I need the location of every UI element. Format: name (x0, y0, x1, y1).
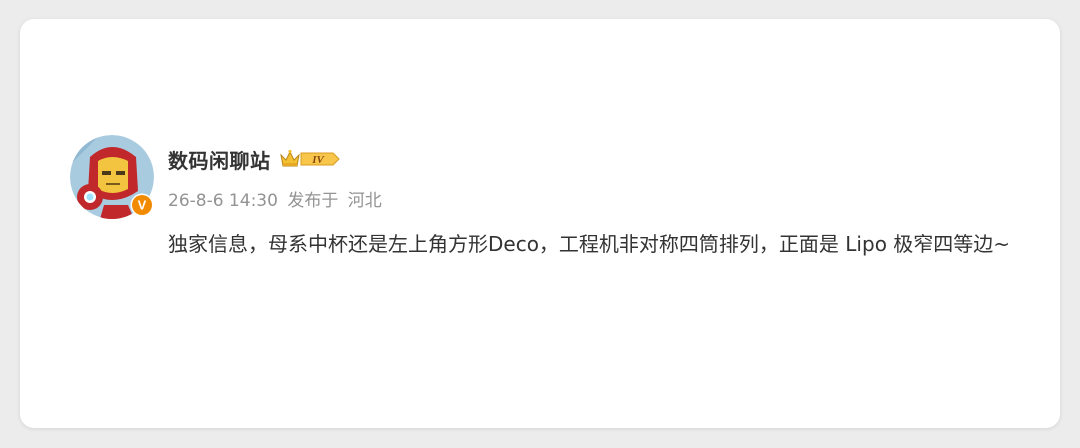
avatar[interactable]: V (70, 135, 154, 219)
post-location: 河北 (347, 191, 382, 211)
crown-icon: IV (279, 149, 340, 167)
crown-rank-badge: IV (279, 148, 341, 170)
post-card: V 数码闲聊站 IV 26-8-6 14:30 发布于 河北 独家信息，母系中杯… (20, 19, 1060, 428)
post-timestamp[interactable]: 26-8-6 14:30 (168, 191, 278, 211)
svg-text:IV: IV (311, 154, 325, 166)
svg-text:V: V (138, 198, 147, 213)
post-content: 独家信息，母系中杯还是左上角方形Deco，工程机非对称四筒排列，正面是 Lipo… (168, 232, 1011, 256)
author-row: 数码闲聊站 IV (168, 144, 341, 174)
post-source: 发布于 (287, 191, 339, 211)
author-name[interactable]: 数码闲聊站 (168, 145, 271, 174)
post-meta: 26-8-6 14:30 发布于 河北 (168, 186, 386, 211)
verified-badge-icon: V (130, 193, 154, 217)
